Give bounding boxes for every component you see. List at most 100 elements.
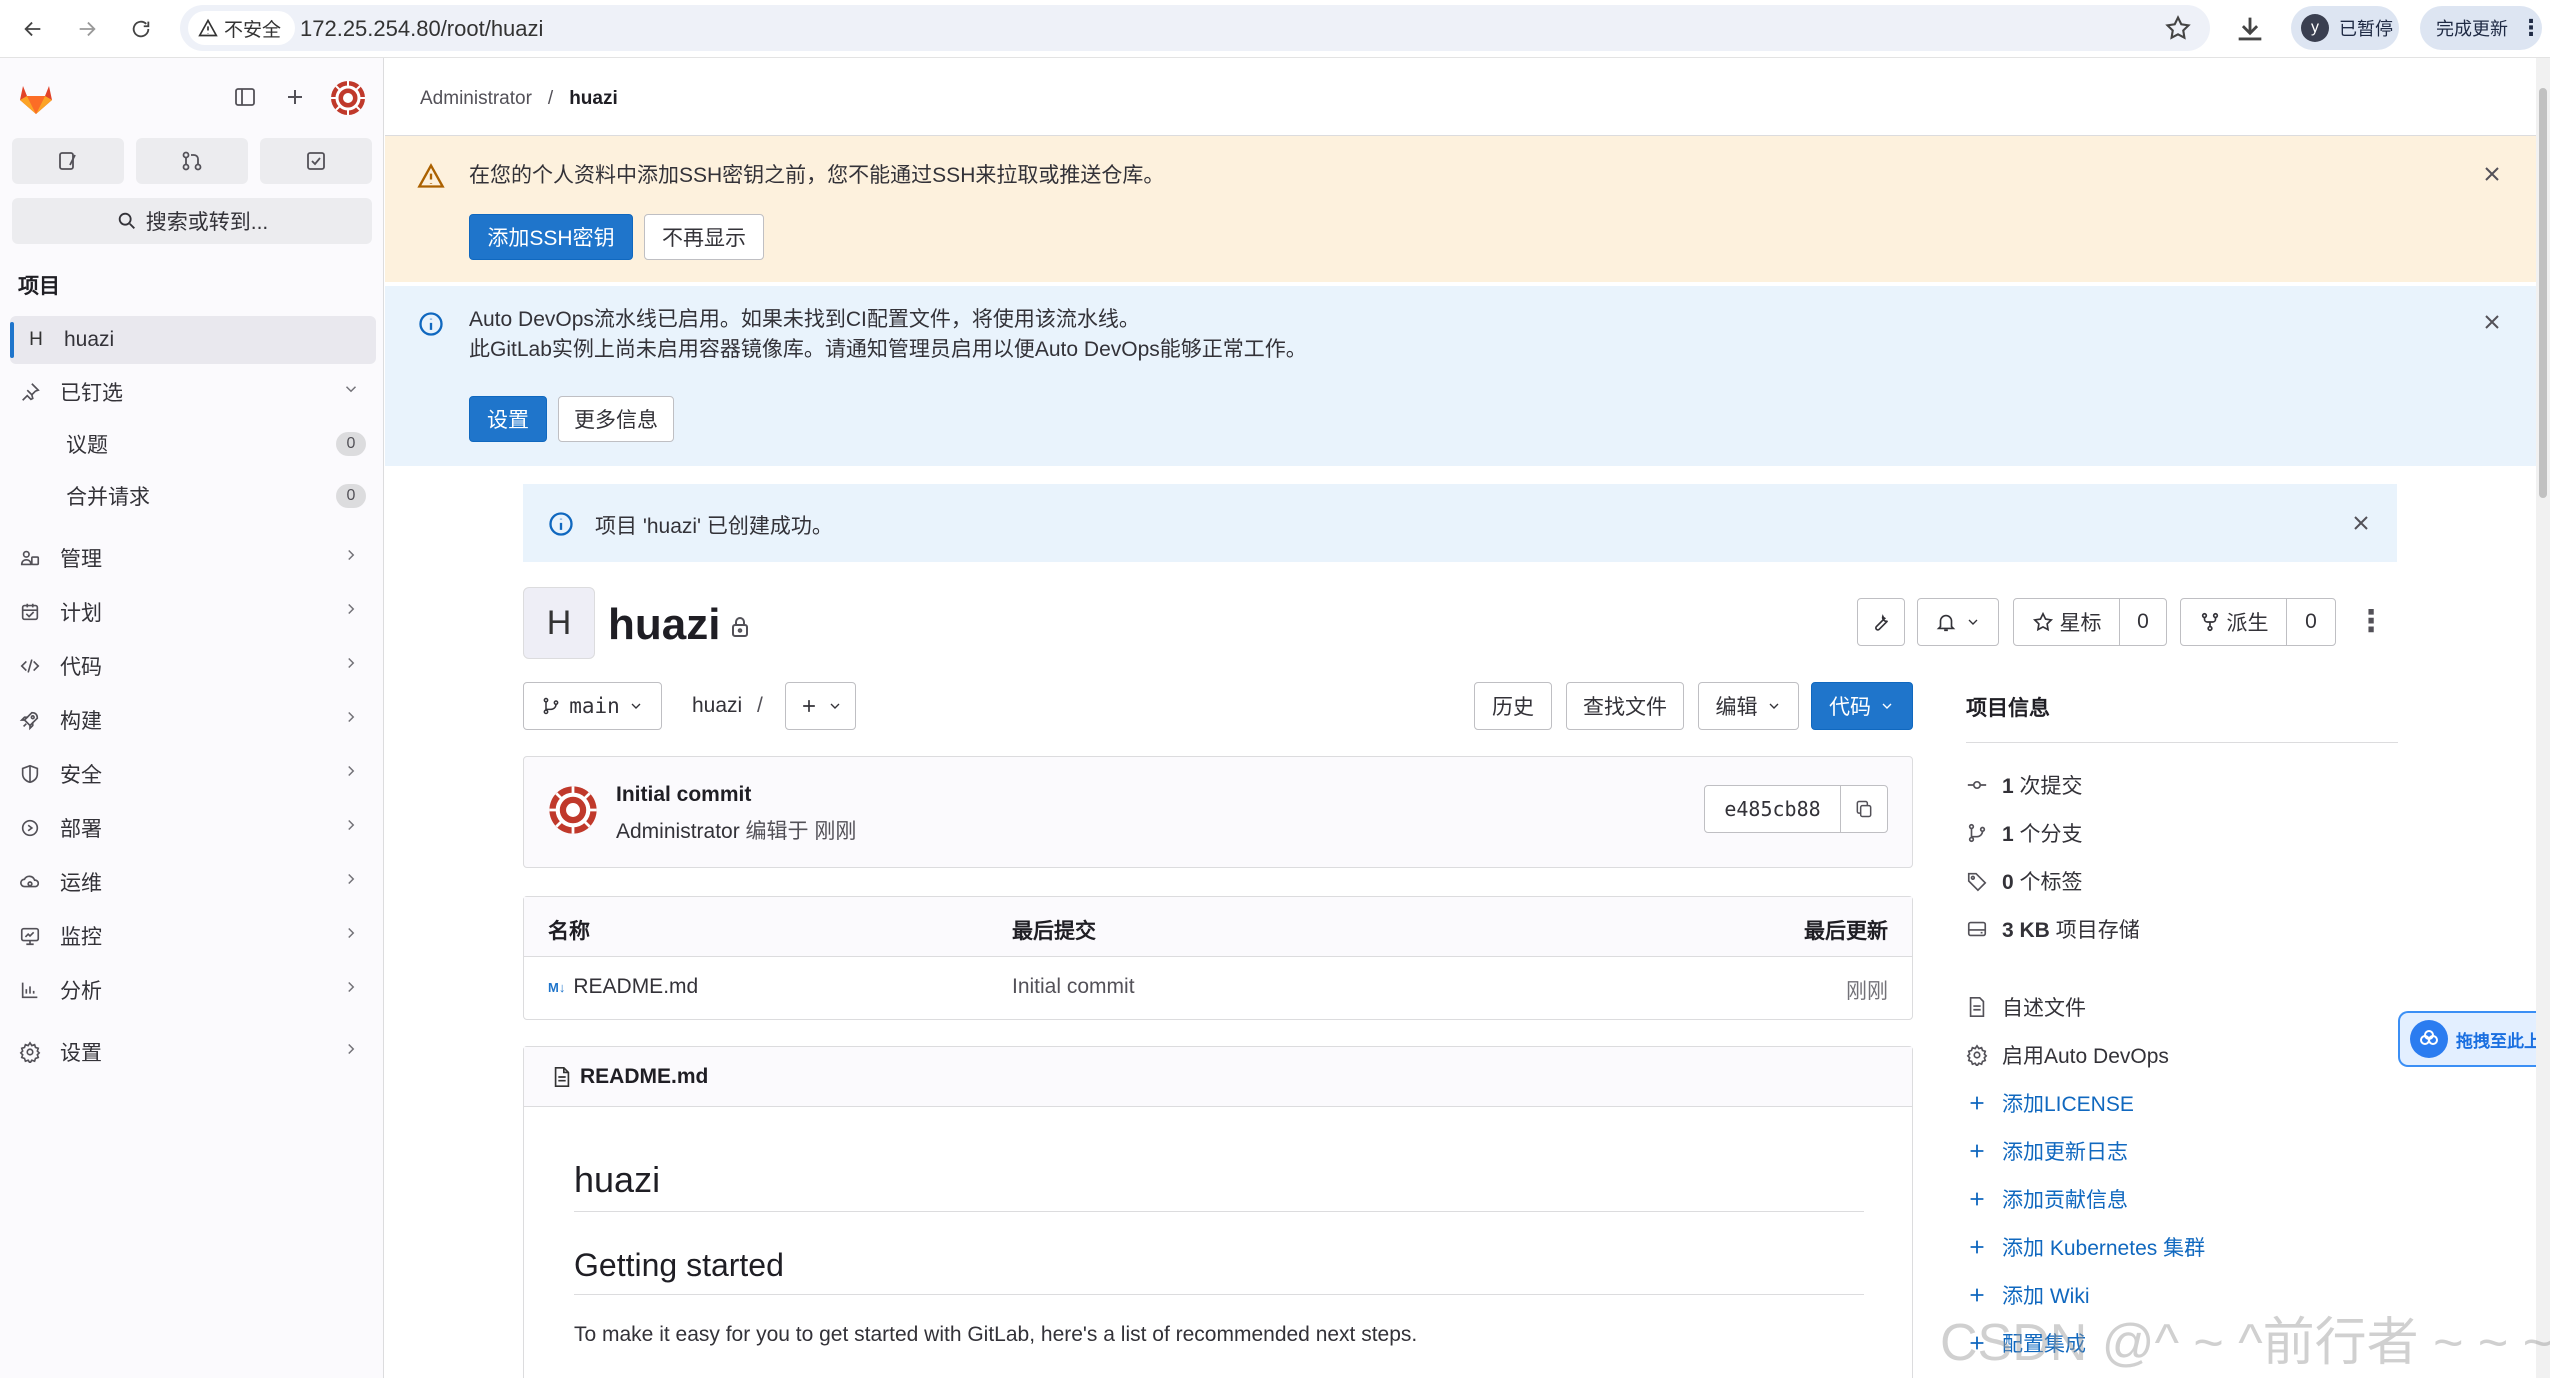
- sidebar-item-operate[interactable]: 运维: [10, 858, 376, 906]
- commit-sha[interactable]: e485cb88: [1705, 786, 1841, 832]
- readme-title[interactable]: README.md: [552, 1065, 708, 1089]
- edit-dropdown[interactable]: 编辑: [1698, 682, 1799, 730]
- gitlab-logo-icon[interactable]: [16, 78, 56, 118]
- nav-label: 部署: [60, 818, 102, 841]
- plus-icon: [1970, 1240, 1984, 1254]
- sidebar-item-code[interactable]: 代码: [10, 642, 376, 690]
- file-name-cell[interactable]: M↓ README.md: [548, 975, 698, 999]
- forward-icon[interactable]: [70, 12, 104, 46]
- calendar-icon: [10, 601, 50, 623]
- search-button[interactable]: 搜索或转到...: [12, 198, 372, 244]
- storage-stat[interactable]: 3 KB 项目存储: [1966, 914, 2140, 944]
- sidebar-item-merge-requests[interactable]: 合并请求 0: [66, 474, 366, 518]
- sidebar-toggle-icon[interactable]: [230, 82, 260, 112]
- file-name[interactable]: README.md: [573, 975, 698, 999]
- todo-tab-icon[interactable]: [260, 138, 372, 184]
- sidebar-item-settings[interactable]: 设置: [10, 1028, 376, 1076]
- close-icon[interactable]: [2480, 162, 2504, 186]
- repo-path[interactable]: huazi: [692, 694, 742, 718]
- bookmark-star-icon[interactable]: [2164, 14, 2192, 42]
- star-icon: [2032, 611, 2053, 632]
- add-license-link[interactable]: 添加LICENSE: [1966, 1088, 2134, 1118]
- add-to-tree-dropdown[interactable]: [785, 682, 856, 730]
- address-bar[interactable]: 不安全 172.25.254.80/root/huazi: [180, 5, 2210, 51]
- plus-icon: [1970, 1144, 1984, 1158]
- add-changelog-link[interactable]: 添加更新日志: [1966, 1136, 2128, 1166]
- sidebar-item-manage[interactable]: 管理: [10, 534, 376, 582]
- markdown-file-icon: M↓: [548, 979, 566, 995]
- create-new-icon[interactable]: [280, 82, 310, 112]
- drag-upload-widget[interactable]: 拖拽至此上传: [2398, 1011, 2550, 1067]
- file-last-commit[interactable]: Initial commit: [1012, 975, 1135, 999]
- sidebar-item-monitor[interactable]: 监控: [10, 912, 376, 960]
- branch-selector[interactable]: main: [523, 682, 662, 730]
- user-avatar-icon[interactable]: [330, 80, 366, 116]
- url-text[interactable]: 172.25.254.80/root/huazi: [300, 16, 543, 42]
- sidebar-item-issues[interactable]: 议题 0: [66, 422, 366, 466]
- readme-link[interactable]: 自述文件: [1966, 992, 2086, 1022]
- commit-title[interactable]: Initial commit: [616, 783, 751, 807]
- pin-icon: [10, 381, 50, 403]
- document-icon: [1969, 997, 1985, 1017]
- sidebar-item-analyze[interactable]: 分析: [10, 966, 376, 1014]
- sidebar-item-build[interactable]: 构建: [10, 696, 376, 744]
- close-icon[interactable]: [2480, 310, 2504, 334]
- update-button[interactable]: 完成更新 ⋮: [2420, 6, 2542, 50]
- download-icon[interactable]: [2233, 12, 2267, 46]
- back-icon[interactable]: [16, 12, 50, 46]
- table-row[interactable]: M↓ README.md Initial commit 刚刚: [524, 957, 1912, 1019]
- add-contributing-link[interactable]: 添加贡献信息: [1966, 1184, 2128, 1214]
- branches-stat[interactable]: 1 个分支: [1966, 818, 2083, 848]
- notification-dropdown[interactable]: [1917, 598, 1999, 646]
- copy-sha-button[interactable]: [1841, 786, 1887, 832]
- star-button[interactable]: 星标: [2014, 599, 2120, 645]
- nav-label: 设置: [60, 1042, 102, 1065]
- sidebar-item-plan[interactable]: 计划: [10, 588, 376, 636]
- find-file-button[interactable]: 查找文件: [1566, 682, 1684, 730]
- add-kubernetes-link[interactable]: 添加 Kubernetes 集群: [1966, 1232, 2205, 1262]
- star-count[interactable]: 0: [2120, 610, 2166, 634]
- scrollbar-thumb[interactable]: [2539, 88, 2547, 498]
- add-ssh-key-button[interactable]: 添加SSH密钥: [469, 214, 633, 260]
- fork-count[interactable]: 0: [2287, 610, 2335, 634]
- shield-icon: [10, 763, 50, 785]
- chevron-right-icon: [342, 816, 360, 840]
- close-icon[interactable]: [2349, 511, 2373, 535]
- copy-icon: [1856, 800, 1872, 818]
- history-button[interactable]: 历史: [1474, 682, 1552, 730]
- enable-auto-devops-link[interactable]: 启用Auto DevOps: [1966, 1040, 2169, 1070]
- commit-author-avatar[interactable]: [548, 785, 598, 835]
- code-dropdown-button[interactable]: 代码: [1811, 682, 1913, 730]
- file-last-update: 刚刚: [1846, 980, 1888, 1003]
- admin-wrench-button[interactable]: [1857, 598, 1905, 646]
- issues-tab-icon[interactable]: [12, 138, 124, 184]
- sidebar-item-deploy[interactable]: 部署: [10, 804, 376, 852]
- page-scrollbar[interactable]: [2536, 58, 2550, 1378]
- security-chip[interactable]: 不安全: [188, 11, 296, 45]
- sidebar-item-security[interactable]: 安全: [10, 750, 376, 798]
- dont-show-again-button[interactable]: 不再显示: [644, 214, 764, 260]
- file-table-header: 名称 最后提交 最后更新: [524, 897, 1912, 957]
- sidebar-section-title: 项目: [18, 275, 60, 298]
- ssh-warning-alert: 在您的个人资料中添加SSH密钥之前，您不能通过SSH来拉取或推送仓库。 添加SS…: [385, 136, 2540, 282]
- tags-stat[interactable]: 0 个标签: [1966, 866, 2083, 896]
- breadcrumb-parent[interactable]: Administrator: [420, 88, 532, 110]
- commits-stat[interactable]: 1 次提交: [1966, 770, 2083, 800]
- deploy-icon: [10, 817, 50, 839]
- profile-paused-chip[interactable]: y 已暂停: [2291, 6, 2399, 50]
- merge-requests-tab-icon[interactable]: [136, 138, 248, 184]
- devops-settings-button[interactable]: 设置: [469, 396, 547, 442]
- gear-icon: [10, 1041, 50, 1063]
- fork-button[interactable]: 派生: [2181, 599, 2287, 645]
- sidebar-item-pinned[interactable]: 已钉选: [10, 368, 376, 416]
- sidebar-item-project[interactable]: H huazi: [10, 316, 376, 364]
- reload-icon[interactable]: [124, 12, 158, 46]
- chevron-down-icon: [1769, 703, 1778, 709]
- more-actions-kebab-icon[interactable]: ⋮: [2356, 604, 2386, 640]
- more-info-button[interactable]: 更多信息: [558, 396, 674, 442]
- readme-link-label: 自述文件: [2002, 997, 2086, 1020]
- commit-author[interactable]: Administrator: [616, 820, 740, 843]
- branches-label: 个分支: [2019, 823, 2083, 846]
- add-kubernetes-label: 添加 Kubernetes 集群: [2002, 1237, 2206, 1260]
- breadcrumb-current[interactable]: huazi: [569, 88, 618, 110]
